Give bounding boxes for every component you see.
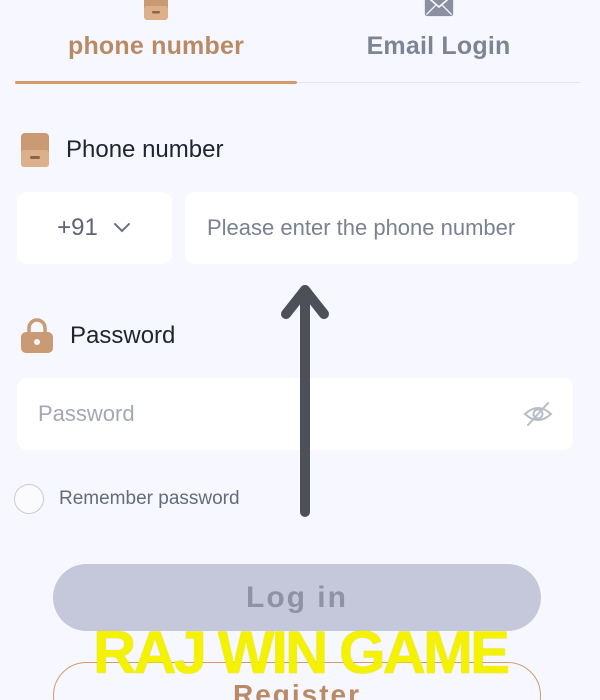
tab-email-login[interactable]: Email Login	[297, 0, 580, 82]
password-heading: Password	[20, 318, 175, 354]
country-code-value: +91	[57, 214, 98, 241]
login-page: phone number Email Login Phone number +9…	[0, 0, 600, 700]
tab-phone-number[interactable]: phone number	[15, 0, 297, 84]
login-button[interactable]: Log in	[53, 564, 541, 631]
tab-phone-label: phone number	[67, 32, 244, 60]
tab-email-label: Email Login	[366, 32, 511, 60]
remember-password-label: Remember password	[59, 488, 240, 509]
phone-icon	[21, 133, 49, 167]
country-code-select[interactable]: +91	[17, 192, 172, 264]
remember-password-radio[interactable]	[14, 484, 44, 514]
login-button-label: Log in	[246, 580, 348, 614]
phone-number-heading: Phone number	[20, 132, 223, 168]
chevron-down-icon	[113, 223, 130, 233]
register-button[interactable]: Register	[53, 662, 541, 700]
password-field	[17, 378, 573, 450]
login-tabs: phone number Email Login	[15, 0, 580, 84]
password-input[interactable]	[17, 378, 497, 450]
eye-off-icon[interactable]	[523, 400, 553, 428]
register-button-label: Register	[232, 679, 362, 700]
password-label: Password	[70, 322, 176, 349]
phone-number-input[interactable]	[185, 192, 578, 264]
remember-password-toggle[interactable]: Remember password	[14, 484, 240, 514]
lock-icon	[21, 318, 53, 353]
mail-icon	[424, 0, 453, 17]
phone-icon	[144, 0, 168, 20]
phone-number-label: Phone number	[66, 136, 224, 163]
active-tab-indicator	[15, 81, 297, 84]
